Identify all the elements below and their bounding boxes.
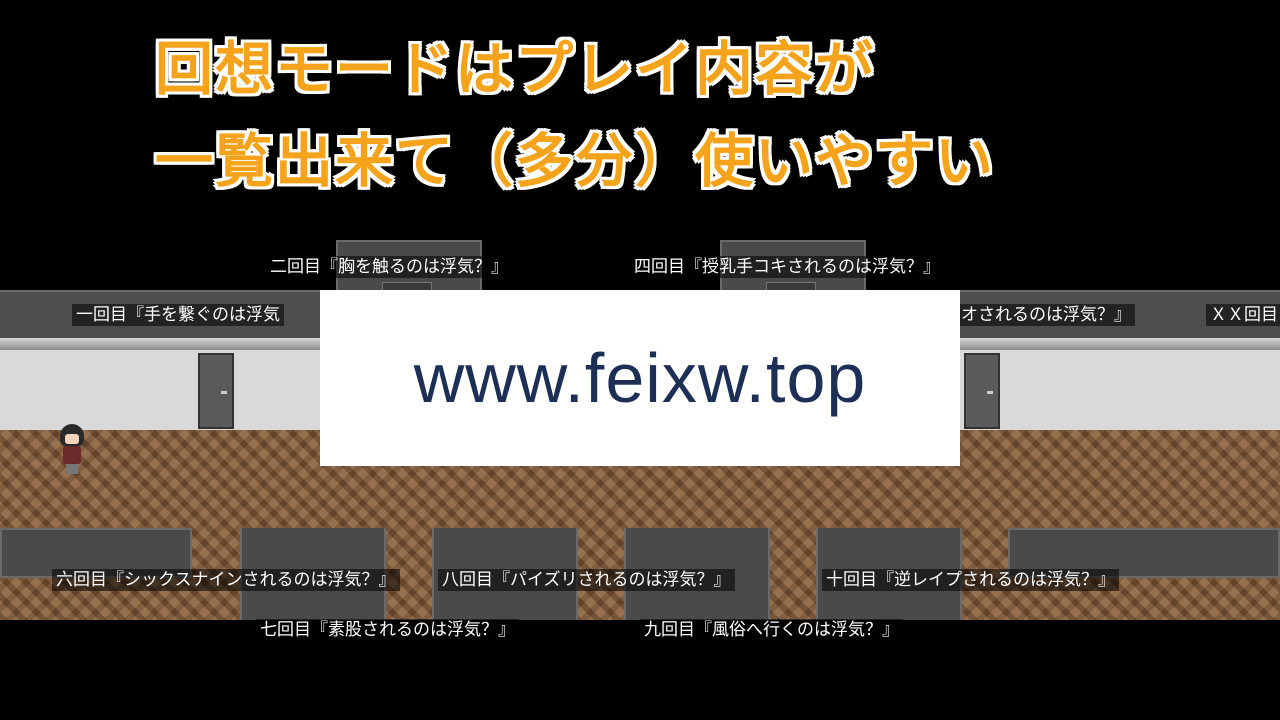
scene-label-2[interactable]: 二回目『胸を触るのは浮気？』: [266, 256, 512, 278]
caption-line-2: 一覧出来て（多分）使いやすい: [155, 127, 996, 195]
caption-line-1: 回想モードはプレイ内容が: [155, 35, 876, 103]
scene-label-5[interactable]: チオされるのは浮気？』: [940, 304, 1135, 326]
character-body: [63, 446, 81, 464]
scene-label-1[interactable]: 一回目『手を繋ぐのは浮気: [72, 304, 284, 326]
scene-label-xx[interactable]: ＸＸ回目: [1206, 304, 1280, 326]
player-character: [58, 424, 86, 474]
door-5[interactable]: [964, 353, 1000, 429]
scene-label-8[interactable]: 八回目『パイズリされるのは浮気？』: [438, 569, 735, 591]
door-1[interactable]: [198, 353, 234, 429]
scene-label-6[interactable]: 六回目『シックスナインされるのは浮気？』: [52, 569, 400, 591]
scene-label-10[interactable]: 十回目『逆レイプされるのは浮気？』: [822, 569, 1119, 591]
watermark-text: www.feixw.top: [413, 339, 867, 417]
scene-label-7[interactable]: 七回目『素股されるのは浮気？』: [256, 619, 519, 641]
scene-label-9[interactable]: 九回目『風俗へ行くのは浮気？』: [640, 619, 903, 641]
scene-label-4[interactable]: 四回目『授乳手コキされるのは浮気？』: [630, 256, 944, 278]
character-legs: [66, 464, 78, 474]
watermark-banner: www.feixw.top: [320, 290, 960, 466]
character-face: [65, 434, 79, 444]
